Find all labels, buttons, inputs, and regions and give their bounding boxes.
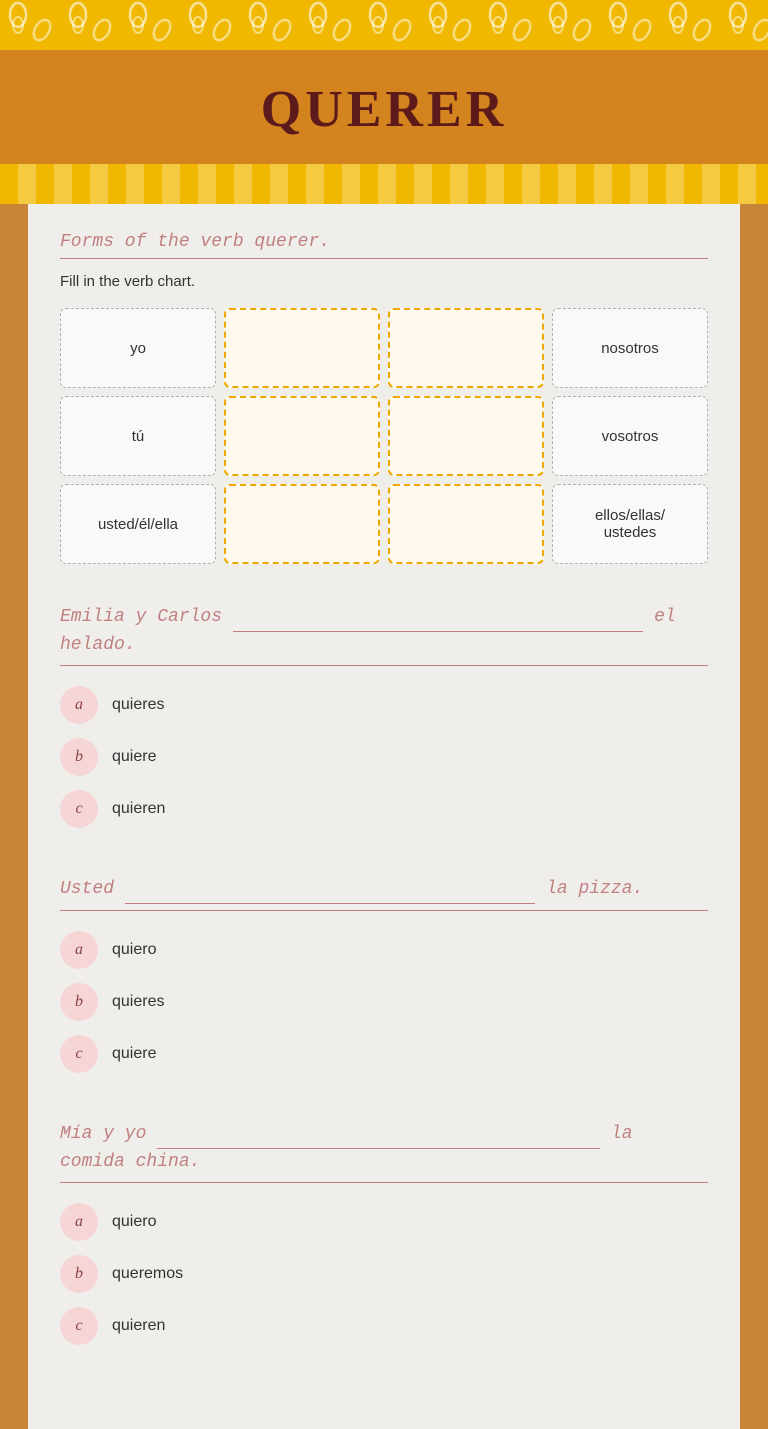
section-divider-2 — [60, 665, 708, 666]
q1-badge-c-label: c — [75, 800, 82, 818]
q1-option-a-text: quieres — [112, 696, 164, 714]
section-divider-4 — [60, 1182, 708, 1183]
q1-badge-c: c — [60, 790, 98, 828]
q1-blank — [233, 604, 643, 632]
q2-option-a[interactable]: a quiero — [60, 931, 708, 969]
q3-badge-c-label: c — [75, 1317, 82, 1335]
grid-cell-vosotros: vosotros — [552, 396, 708, 476]
section-divider-1 — [60, 258, 708, 259]
q3-badge-a: a — [60, 1203, 98, 1241]
q1-badge-a-label: a — [75, 696, 83, 714]
cell-label-yo: yo — [130, 340, 146, 357]
grid-cell-input-2[interactable] — [388, 308, 544, 388]
q2-text-before: Usted — [60, 879, 125, 899]
q2-option-c-text: quiere — [112, 1045, 156, 1063]
q1-options: a quieres b quiere c quieren — [60, 686, 708, 828]
q3-options: a quiero b queremos c quieren — [60, 1203, 708, 1345]
q3-option-b-text: queremos — [112, 1265, 183, 1283]
grid-cell-ellos: ellos/ellas/ustedes — [552, 484, 708, 564]
question-1-section: Emilia y Carlos el helado. a quieres b — [60, 604, 708, 828]
grid-cell-input-5[interactable] — [224, 484, 380, 564]
q2-badge-c: c — [60, 1035, 98, 1073]
q3-option-b[interactable]: b queremos — [60, 1255, 708, 1293]
q2-badge-c-label: c — [75, 1045, 82, 1063]
q2-option-c[interactable]: c quiere — [60, 1035, 708, 1073]
grid-cell-input-6[interactable] — [388, 484, 544, 564]
page-title: QUERER — [20, 80, 748, 139]
question-3-section: Mía y yo la comida china. a quiero b — [60, 1121, 708, 1345]
cell-label-ellos: ellos/ellas/ustedes — [595, 507, 665, 541]
verb-grid: yo nosotros tú vosotros usted/él/ella — [60, 308, 708, 564]
question-3-text: Mía y yo la comida china. — [60, 1121, 708, 1176]
q2-badge-b: b — [60, 983, 98, 1021]
q3-option-a[interactable]: a quiero — [60, 1203, 708, 1241]
q2-option-b-text: quieres — [112, 993, 164, 1011]
cell-label-vosotros: vosotros — [602, 428, 659, 445]
verb-chart-section: Forms of the verb querer. Fill in the ve… — [60, 232, 708, 564]
q1-option-a[interactable]: a quieres — [60, 686, 708, 724]
q1-option-c-text: quieren — [112, 800, 165, 818]
q1-option-c[interactable]: c quieren — [60, 790, 708, 828]
q3-blank — [157, 1121, 600, 1149]
q3-option-c[interactable]: c quieren — [60, 1307, 708, 1345]
q2-badge-a-label: a — [75, 941, 83, 959]
q2-badge-a: a — [60, 931, 98, 969]
q1-option-b-text: quiere — [112, 748, 156, 766]
q3-option-a-text: quiero — [112, 1213, 156, 1231]
q1-badge-a: a — [60, 686, 98, 724]
cell-label-nosotros: nosotros — [601, 340, 659, 357]
grid-cell-nosotros: nosotros — [552, 308, 708, 388]
cell-label-tu: tú — [132, 428, 145, 445]
grid-cell-yo: yo — [60, 308, 216, 388]
q2-option-a-text: quiero — [112, 941, 156, 959]
q1-badge-b-label: b — [75, 748, 83, 766]
q1-text-before: Emilia y Carlos — [60, 607, 233, 627]
q1-badge-b: b — [60, 738, 98, 776]
q3-badge-b: b — [60, 1255, 98, 1293]
grid-cell-input-1[interactable] — [224, 308, 380, 388]
q3-badge-a-label: a — [75, 1213, 83, 1231]
top-decorative-band — [0, 0, 768, 50]
q2-blank — [125, 876, 535, 904]
q2-badge-b-label: b — [75, 993, 83, 1011]
grid-cell-usted: usted/él/ella — [60, 484, 216, 564]
q3-badge-b-label: b — [75, 1265, 83, 1283]
verb-chart-instruction: Fill in the verb chart. — [60, 273, 708, 290]
header-section: QUERER — [0, 50, 768, 164]
verb-chart-title: Forms of the verb querer. — [60, 232, 708, 252]
question-2-section: Usted la pizza. a quiero b quieres — [60, 876, 708, 1073]
main-content: Forms of the verb querer. Fill in the ve… — [28, 204, 740, 1429]
q1-option-b[interactable]: b quiere — [60, 738, 708, 776]
grid-cell-tu: tú — [60, 396, 216, 476]
yellow-decorative-band — [0, 164, 768, 204]
q2-text-after: la pizza. — [546, 879, 643, 899]
q3-badge-c: c — [60, 1307, 98, 1345]
question-1-text: Emilia y Carlos el helado. — [60, 604, 708, 659]
grid-cell-input-4[interactable] — [388, 396, 544, 476]
q2-options: a quiero b quieres c quiere — [60, 931, 708, 1073]
cell-label-usted: usted/él/ella — [98, 516, 178, 533]
q3-text-before: Mía y yo — [60, 1124, 157, 1144]
question-2-text: Usted la pizza. — [60, 876, 708, 904]
q3-option-c-text: quieren — [112, 1317, 165, 1335]
q2-option-b[interactable]: b quieres — [60, 983, 708, 1021]
grid-cell-input-3[interactable] — [224, 396, 380, 476]
section-divider-3 — [60, 910, 708, 911]
